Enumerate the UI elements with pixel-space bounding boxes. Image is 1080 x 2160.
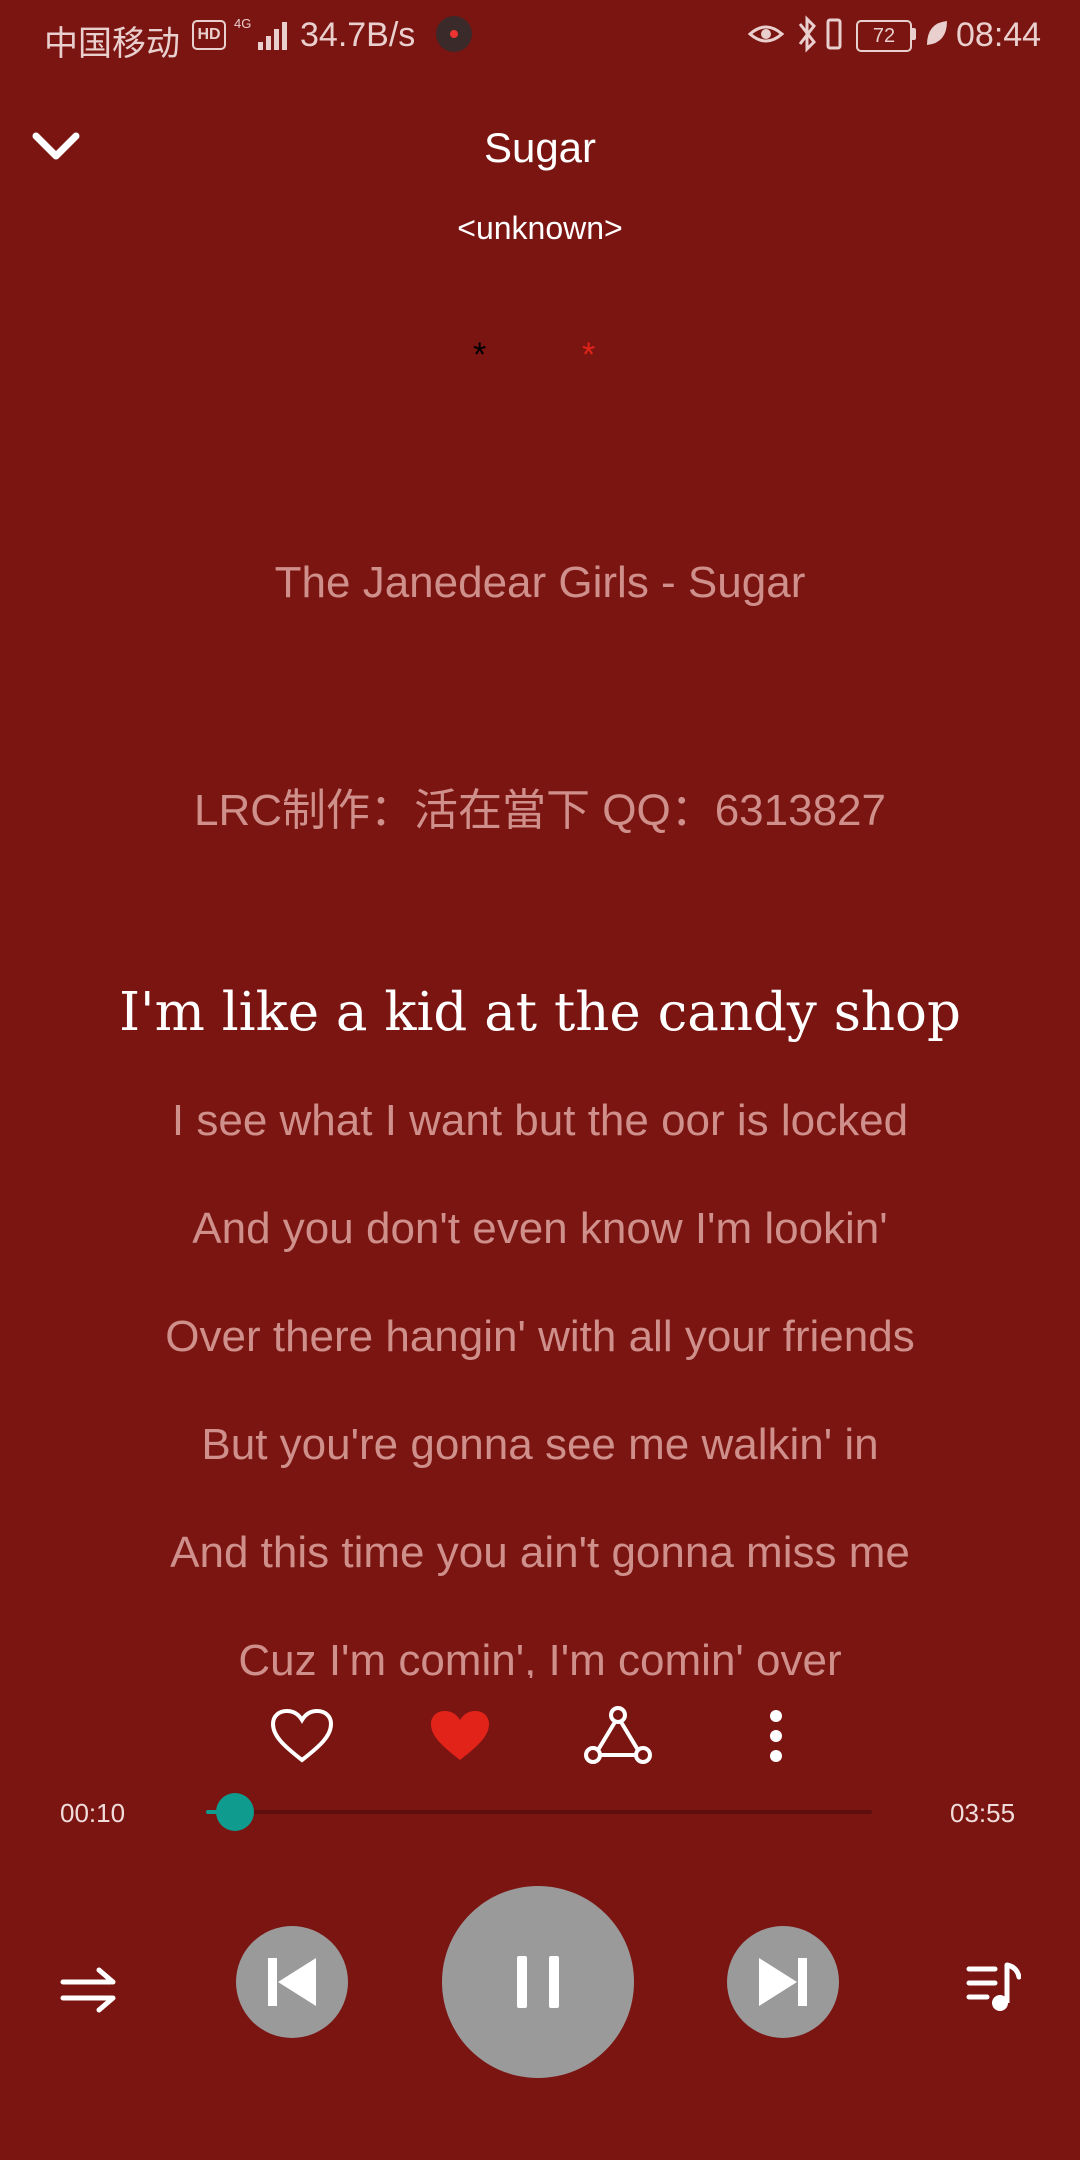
battery-icon xyxy=(912,28,916,40)
previous-button[interactable] xyxy=(236,1926,348,2038)
music-app-icon xyxy=(436,16,472,52)
pause-icon xyxy=(517,1956,559,2008)
skip-previous-icon xyxy=(268,1958,316,2006)
current-time: 00:10 xyxy=(60,1798,126,1828)
heart-filled-icon xyxy=(431,1711,489,1760)
lyric-credit: The Janedear Girls - Sugar xyxy=(274,558,806,607)
eye-comfort-icon xyxy=(748,25,784,43)
star-mark: * xyxy=(473,336,487,374)
seek-bar-thumb[interactable] xyxy=(215,1793,254,1831)
lyric-current-line: I'm like a kid at the candy shop xyxy=(119,982,961,1043)
vibrate-icon xyxy=(826,18,842,50)
play-pause-button[interactable] xyxy=(442,1886,634,2078)
skip-next-icon xyxy=(759,1958,807,2006)
star-mark-red: * xyxy=(582,336,596,374)
power-saving-icon xyxy=(927,21,947,45)
seek-bar[interactable] xyxy=(206,1810,872,1814)
lyric-line: Cuz I'm comin', I'm comin' over xyxy=(238,1636,842,1678)
song-title: Sugar xyxy=(483,124,597,171)
bluetooth-icon xyxy=(798,15,816,53)
hd-badge: HD xyxy=(192,20,226,50)
lyric-line: And this time you ain't gonna miss me xyxy=(170,1528,910,1577)
favorite-button[interactable] xyxy=(420,1700,500,1772)
next-button[interactable] xyxy=(727,1926,839,2038)
share-button[interactable] xyxy=(578,1700,658,1772)
like-button[interactable] xyxy=(262,1700,342,1772)
more-vertical-icon xyxy=(770,1710,782,1762)
total-time: 03:55 xyxy=(950,1798,1016,1828)
clock: 08:44 xyxy=(956,16,1042,54)
more-options-button[interactable] xyxy=(748,1700,804,1772)
lyric-line: I see what I want but the oor is locked xyxy=(171,1096,909,1145)
battery-level: 72 xyxy=(856,20,912,52)
playlist-icon xyxy=(966,1962,1021,2011)
lyric-line: And you don't even know I'm lookin' xyxy=(192,1204,888,1253)
status-bar: 中国移动 HD 4G 34.7B/s 72 08:44 xyxy=(0,0,1080,76)
lyric-line: But you're gonna see me walkin' in xyxy=(201,1420,879,1469)
play-mode-button[interactable] xyxy=(54,1962,124,2018)
carrier-name: 中国移动 xyxy=(44,25,180,63)
share-icon xyxy=(584,1706,652,1764)
svg-text:4G: 4G xyxy=(234,16,251,31)
lyric-lrc-credit: LRC制作：活在當下 QQ：6313827 xyxy=(194,786,886,835)
lyric-line: Over there hangin' with all your friends xyxy=(165,1312,915,1361)
network-speed: 34.7B/s xyxy=(300,16,416,54)
song-artist: <unknown> xyxy=(457,210,623,246)
signal-icon: 4G xyxy=(234,16,287,50)
shuffle-icon xyxy=(60,1967,116,2013)
playlist-button[interactable] xyxy=(962,1956,1024,2018)
heart-outline-icon xyxy=(270,1708,334,1763)
lyrics-panel[interactable]: The Janedear Girls - Sugar LRC制作：活在當下 QQ… xyxy=(0,540,1080,1678)
